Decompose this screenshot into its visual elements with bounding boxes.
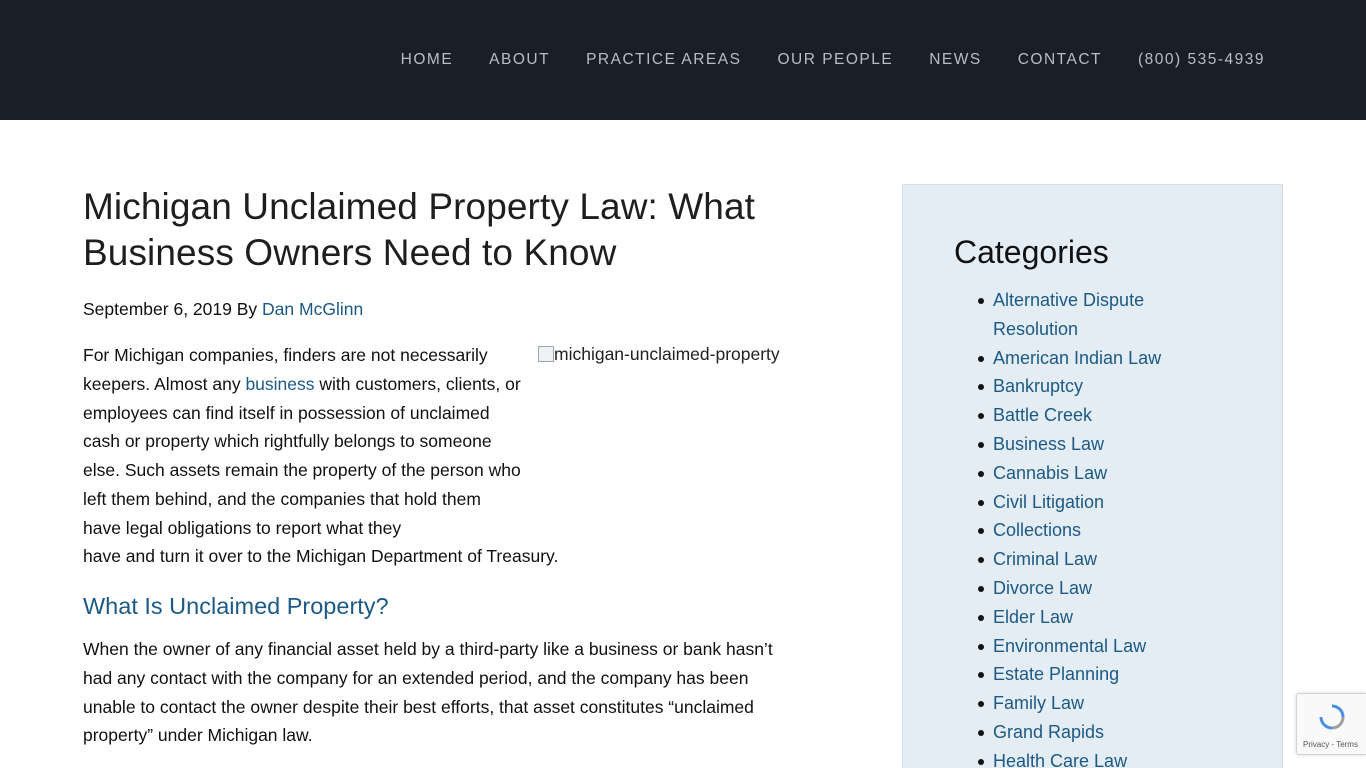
category-link[interactable]: Elder Law (993, 607, 1073, 627)
category-link[interactable]: Grand Rapids (993, 722, 1104, 742)
page-title: Michigan Unclaimed Property Law: What Bu… (83, 186, 756, 273)
sidebar-heading: Categories (954, 234, 1109, 270)
nav-news[interactable]: NEWS (929, 51, 982, 69)
nav-about[interactable]: ABOUT (489, 51, 550, 69)
bullet-icon (978, 729, 984, 736)
nav-contact[interactable]: CONTACT (1018, 51, 1102, 69)
bullet-icon (978, 585, 984, 592)
list-item: Environmental Law (978, 632, 1193, 661)
bullet-icon (978, 614, 984, 621)
sidebar: Categories Alternative Dispute Resolutio… (902, 184, 1283, 768)
list-item: Bankruptcy (978, 372, 1193, 401)
bullet-icon (978, 672, 984, 679)
recaptcha-links[interactable]: Privacy - Terms (1303, 740, 1358, 749)
nav-practice-areas[interactable]: PRACTICE AREAS (586, 51, 741, 69)
article: Michigan Unclaimed Property Law: What Bu… (83, 184, 813, 750)
broken-image-icon (538, 346, 554, 362)
category-link[interactable]: Alternative Dispute Resolution (993, 290, 1144, 339)
bullet-icon (978, 384, 984, 391)
list-item: Civil Litigation (978, 488, 1193, 517)
bullet-icon (978, 758, 984, 765)
post-date: September 6, 2019 (83, 299, 232, 319)
bullet-icon (978, 528, 984, 535)
list-item: Battle Creek (978, 401, 1193, 430)
intro-text-after-link: with customers, clients, or employees ca… (83, 373, 521, 538)
bullet-icon (978, 298, 984, 304)
list-item: Business Law (978, 430, 1193, 459)
list-item: Estate Planning (978, 660, 1193, 689)
category-link[interactable]: Environmental Law (993, 636, 1146, 656)
main-nav: HOME ABOUT PRACTICE AREAS OUR PEOPLE NEW… (401, 0, 1265, 120)
post-meta: September 6, 2019 By Dan McGlinn (83, 297, 813, 321)
category-link[interactable]: Civil Litigation (993, 492, 1104, 512)
list-item: Collections (978, 516, 1193, 545)
category-list: Alternative Dispute Resolution American … (978, 286, 1193, 768)
list-item: Criminal Law (978, 545, 1193, 574)
nav-our-people[interactable]: OUR PEOPLE (777, 51, 893, 69)
category-link[interactable]: Business Law (993, 434, 1104, 454)
bullet-icon (978, 701, 984, 708)
category-link[interactable]: Battle Creek (993, 405, 1092, 425)
bullet-icon (978, 413, 984, 420)
category-link[interactable]: Collections (993, 520, 1081, 540)
intro-block: michigan-unclaimed-property For Michigan… (83, 341, 813, 571)
recaptcha-badge[interactable]: Privacy - Terms (1296, 693, 1366, 755)
bullet-icon (978, 441, 984, 448)
list-item: Grand Rapids (978, 718, 1193, 747)
list-item: Family Law (978, 689, 1193, 718)
bullet-icon (978, 557, 984, 564)
bullet-icon (978, 470, 984, 477)
bullet-icon (978, 499, 984, 506)
list-item: Elder Law (978, 603, 1193, 632)
article-image: michigan-unclaimed-property (538, 341, 813, 367)
site-header: HOME ABOUT PRACTICE AREAS OUR PEOPLE NEW… (0, 0, 1366, 120)
list-item: American Indian Law (978, 344, 1193, 373)
nav-phone-link[interactable]: (800) 535-4939 (1138, 51, 1265, 69)
list-item: Alternative Dispute Resolution (978, 286, 1193, 344)
list-item: Cannabis Law (978, 459, 1193, 488)
category-link[interactable]: Cannabis Law (993, 463, 1107, 483)
nav-home[interactable]: HOME (401, 51, 454, 69)
category-link[interactable]: American Indian Law (993, 348, 1161, 368)
category-link[interactable]: Divorce Law (993, 578, 1092, 598)
author-link[interactable]: Dan McGlinn (262, 299, 363, 319)
category-link[interactable]: Bankruptcy (993, 376, 1083, 396)
bullet-icon (978, 643, 984, 650)
article-image-alt: michigan-unclaimed-property (554, 344, 780, 364)
intro-paragraph: For Michigan companies, finders are not … (83, 341, 523, 543)
recaptcha-logo-icon (1319, 704, 1345, 730)
bullet-icon (978, 355, 984, 362)
category-link[interactable]: Estate Planning (993, 664, 1119, 684)
list-item: Health Care Law (978, 747, 1193, 768)
category-link[interactable]: Health Care Law (993, 751, 1127, 768)
list-item: Divorce Law (978, 574, 1193, 603)
category-link[interactable]: Criminal Law (993, 549, 1097, 569)
section-paragraph: When the owner of any financial asset he… (83, 639, 773, 746)
section-heading: What Is Unclaimed Property? (83, 593, 389, 619)
post-by-label: By (236, 299, 258, 319)
business-link[interactable]: business (245, 374, 314, 394)
intro-paragraph-last-line: have and turn it over to the Michigan De… (83, 546, 559, 566)
category-link[interactable]: Family Law (993, 693, 1084, 713)
